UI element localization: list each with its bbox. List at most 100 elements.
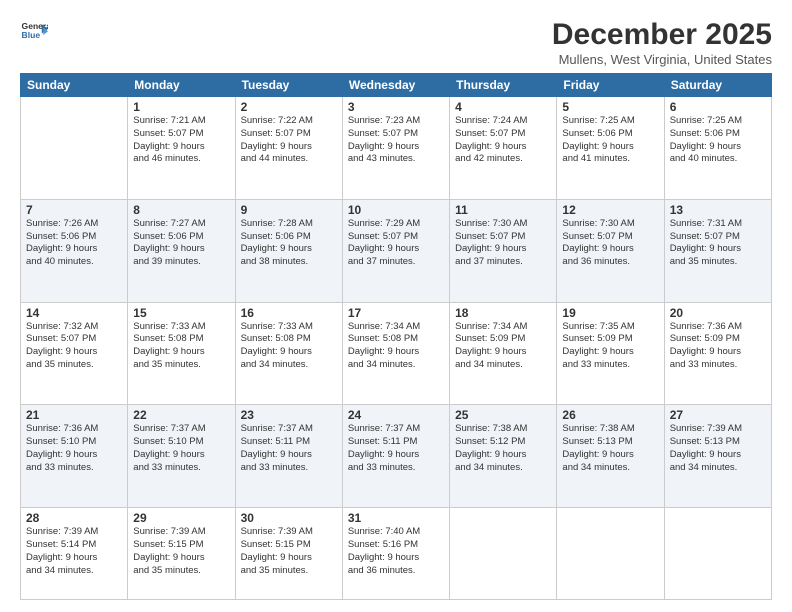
month-title: December 2025 bbox=[552, 18, 772, 52]
day-number: 4 bbox=[455, 100, 551, 114]
header: General Blue December 2025 Mullens, West… bbox=[20, 18, 772, 67]
day-info: Sunrise: 7:37 AM Sunset: 5:11 PM Dayligh… bbox=[348, 423, 444, 474]
title-area: December 2025 Mullens, West Virginia, Un… bbox=[552, 18, 772, 67]
day-number: 6 bbox=[670, 100, 766, 114]
col-wednesday: Wednesday bbox=[342, 74, 449, 97]
day-info: Sunrise: 7:36 AM Sunset: 5:10 PM Dayligh… bbox=[26, 423, 122, 474]
table-row: 20Sunrise: 7:36 AM Sunset: 5:09 PM Dayli… bbox=[664, 302, 771, 405]
table-row: 7Sunrise: 7:26 AM Sunset: 5:06 PM Daylig… bbox=[21, 199, 128, 302]
calendar-row-4: 28Sunrise: 7:39 AM Sunset: 5:14 PM Dayli… bbox=[21, 508, 772, 600]
table-row: 28Sunrise: 7:39 AM Sunset: 5:14 PM Dayli… bbox=[21, 508, 128, 600]
day-number: 3 bbox=[348, 100, 444, 114]
calendar-table: Sunday Monday Tuesday Wednesday Thursday… bbox=[20, 73, 772, 600]
day-number: 25 bbox=[455, 408, 551, 422]
table-row: 8Sunrise: 7:27 AM Sunset: 5:06 PM Daylig… bbox=[128, 199, 235, 302]
table-row: 12Sunrise: 7:30 AM Sunset: 5:07 PM Dayli… bbox=[557, 199, 664, 302]
day-number: 14 bbox=[26, 306, 122, 320]
day-number: 2 bbox=[241, 100, 337, 114]
day-number: 31 bbox=[348, 511, 444, 525]
day-info: Sunrise: 7:39 AM Sunset: 5:15 PM Dayligh… bbox=[133, 526, 229, 577]
table-row: 18Sunrise: 7:34 AM Sunset: 5:09 PM Dayli… bbox=[450, 302, 557, 405]
header-row: Sunday Monday Tuesday Wednesday Thursday… bbox=[21, 74, 772, 97]
day-info: Sunrise: 7:30 AM Sunset: 5:07 PM Dayligh… bbox=[562, 218, 658, 269]
day-info: Sunrise: 7:33 AM Sunset: 5:08 PM Dayligh… bbox=[133, 321, 229, 372]
table-row: 10Sunrise: 7:29 AM Sunset: 5:07 PM Dayli… bbox=[342, 199, 449, 302]
calendar-row-1: 7Sunrise: 7:26 AM Sunset: 5:06 PM Daylig… bbox=[21, 199, 772, 302]
day-number: 5 bbox=[562, 100, 658, 114]
day-info: Sunrise: 7:28 AM Sunset: 5:06 PM Dayligh… bbox=[241, 218, 337, 269]
day-info: Sunrise: 7:27 AM Sunset: 5:06 PM Dayligh… bbox=[133, 218, 229, 269]
day-info: Sunrise: 7:29 AM Sunset: 5:07 PM Dayligh… bbox=[348, 218, 444, 269]
table-row bbox=[557, 508, 664, 600]
day-info: Sunrise: 7:39 AM Sunset: 5:13 PM Dayligh… bbox=[670, 423, 766, 474]
day-info: Sunrise: 7:37 AM Sunset: 5:11 PM Dayligh… bbox=[241, 423, 337, 474]
day-info: Sunrise: 7:32 AM Sunset: 5:07 PM Dayligh… bbox=[26, 321, 122, 372]
day-number: 10 bbox=[348, 203, 444, 217]
day-info: Sunrise: 7:23 AM Sunset: 5:07 PM Dayligh… bbox=[348, 115, 444, 166]
day-number: 13 bbox=[670, 203, 766, 217]
day-number: 28 bbox=[26, 511, 122, 525]
day-number: 16 bbox=[241, 306, 337, 320]
day-info: Sunrise: 7:35 AM Sunset: 5:09 PM Dayligh… bbox=[562, 321, 658, 372]
table-row: 3Sunrise: 7:23 AM Sunset: 5:07 PM Daylig… bbox=[342, 97, 449, 200]
table-row bbox=[664, 508, 771, 600]
col-tuesday: Tuesday bbox=[235, 74, 342, 97]
day-info: Sunrise: 7:33 AM Sunset: 5:08 PM Dayligh… bbox=[241, 321, 337, 372]
col-sunday: Sunday bbox=[21, 74, 128, 97]
day-info: Sunrise: 7:34 AM Sunset: 5:08 PM Dayligh… bbox=[348, 321, 444, 372]
day-info: Sunrise: 7:36 AM Sunset: 5:09 PM Dayligh… bbox=[670, 321, 766, 372]
day-number: 19 bbox=[562, 306, 658, 320]
day-number: 12 bbox=[562, 203, 658, 217]
calendar-row-0: 1Sunrise: 7:21 AM Sunset: 5:07 PM Daylig… bbox=[21, 97, 772, 200]
day-info: Sunrise: 7:38 AM Sunset: 5:13 PM Dayligh… bbox=[562, 423, 658, 474]
day-info: Sunrise: 7:38 AM Sunset: 5:12 PM Dayligh… bbox=[455, 423, 551, 474]
day-number: 22 bbox=[133, 408, 229, 422]
day-number: 17 bbox=[348, 306, 444, 320]
day-number: 1 bbox=[133, 100, 229, 114]
calendar-row-3: 21Sunrise: 7:36 AM Sunset: 5:10 PM Dayli… bbox=[21, 405, 772, 508]
table-row: 17Sunrise: 7:34 AM Sunset: 5:08 PM Dayli… bbox=[342, 302, 449, 405]
table-row: 9Sunrise: 7:28 AM Sunset: 5:06 PM Daylig… bbox=[235, 199, 342, 302]
col-saturday: Saturday bbox=[664, 74, 771, 97]
col-thursday: Thursday bbox=[450, 74, 557, 97]
day-info: Sunrise: 7:39 AM Sunset: 5:14 PM Dayligh… bbox=[26, 526, 122, 577]
table-row: 11Sunrise: 7:30 AM Sunset: 5:07 PM Dayli… bbox=[450, 199, 557, 302]
day-info: Sunrise: 7:25 AM Sunset: 5:06 PM Dayligh… bbox=[562, 115, 658, 166]
day-number: 30 bbox=[241, 511, 337, 525]
table-row: 31Sunrise: 7:40 AM Sunset: 5:16 PM Dayli… bbox=[342, 508, 449, 600]
day-info: Sunrise: 7:21 AM Sunset: 5:07 PM Dayligh… bbox=[133, 115, 229, 166]
logo: General Blue bbox=[20, 18, 48, 46]
table-row: 27Sunrise: 7:39 AM Sunset: 5:13 PM Dayli… bbox=[664, 405, 771, 508]
table-row: 19Sunrise: 7:35 AM Sunset: 5:09 PM Dayli… bbox=[557, 302, 664, 405]
day-number: 27 bbox=[670, 408, 766, 422]
day-number: 8 bbox=[133, 203, 229, 217]
table-row bbox=[450, 508, 557, 600]
day-number: 21 bbox=[26, 408, 122, 422]
table-row: 26Sunrise: 7:38 AM Sunset: 5:13 PM Dayli… bbox=[557, 405, 664, 508]
table-row: 22Sunrise: 7:37 AM Sunset: 5:10 PM Dayli… bbox=[128, 405, 235, 508]
table-row: 14Sunrise: 7:32 AM Sunset: 5:07 PM Dayli… bbox=[21, 302, 128, 405]
day-number: 20 bbox=[670, 306, 766, 320]
table-row: 5Sunrise: 7:25 AM Sunset: 5:06 PM Daylig… bbox=[557, 97, 664, 200]
calendar-row-2: 14Sunrise: 7:32 AM Sunset: 5:07 PM Dayli… bbox=[21, 302, 772, 405]
day-number: 18 bbox=[455, 306, 551, 320]
day-number: 7 bbox=[26, 203, 122, 217]
day-info: Sunrise: 7:25 AM Sunset: 5:06 PM Dayligh… bbox=[670, 115, 766, 166]
location: Mullens, West Virginia, United States bbox=[552, 52, 772, 67]
day-number: 9 bbox=[241, 203, 337, 217]
day-info: Sunrise: 7:39 AM Sunset: 5:15 PM Dayligh… bbox=[241, 526, 337, 577]
svg-text:Blue: Blue bbox=[22, 30, 41, 40]
table-row: 24Sunrise: 7:37 AM Sunset: 5:11 PM Dayli… bbox=[342, 405, 449, 508]
day-info: Sunrise: 7:22 AM Sunset: 5:07 PM Dayligh… bbox=[241, 115, 337, 166]
table-row: 1Sunrise: 7:21 AM Sunset: 5:07 PM Daylig… bbox=[128, 97, 235, 200]
day-info: Sunrise: 7:34 AM Sunset: 5:09 PM Dayligh… bbox=[455, 321, 551, 372]
day-number: 24 bbox=[348, 408, 444, 422]
day-number: 11 bbox=[455, 203, 551, 217]
col-monday: Monday bbox=[128, 74, 235, 97]
day-info: Sunrise: 7:30 AM Sunset: 5:07 PM Dayligh… bbox=[455, 218, 551, 269]
table-row: 25Sunrise: 7:38 AM Sunset: 5:12 PM Dayli… bbox=[450, 405, 557, 508]
table-row: 2Sunrise: 7:22 AM Sunset: 5:07 PM Daylig… bbox=[235, 97, 342, 200]
table-row: 13Sunrise: 7:31 AM Sunset: 5:07 PM Dayli… bbox=[664, 199, 771, 302]
logo-icon: General Blue bbox=[20, 18, 48, 46]
day-number: 23 bbox=[241, 408, 337, 422]
